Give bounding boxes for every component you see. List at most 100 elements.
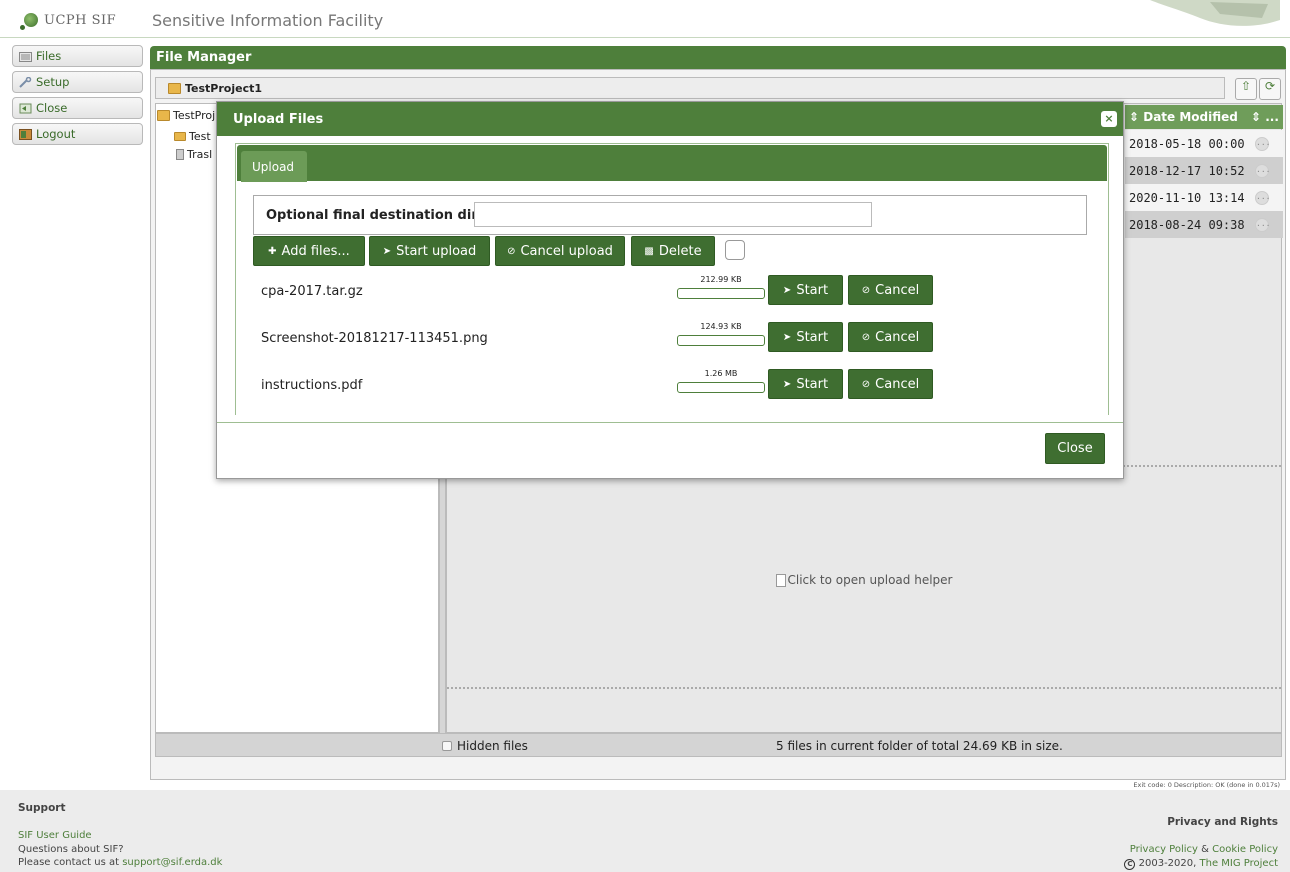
tree-item-test[interactable]: Test (174, 130, 211, 143)
logo-icon (20, 13, 38, 30)
dialog-title-bar[interactable]: Upload Files × (217, 102, 1123, 136)
ucph-logo[interactable]: UCPH SIF (20, 8, 117, 32)
path-label: TestProject1 (185, 81, 263, 95)
upload-document-icon (775, 574, 786, 587)
circle-arrow-icon: ➤ (782, 378, 792, 390)
close-button[interactable]: Close (1045, 433, 1105, 464)
cancel-file-button[interactable]: ⊘ Cancel (848, 275, 933, 305)
button-label: Cancel (875, 282, 920, 298)
upload-drop-zone[interactable]: Click to open upload helper (447, 465, 1281, 689)
header-decoration-icon (1150, 0, 1280, 26)
trash-icon (176, 149, 184, 160)
dialog-close-icon[interactable]: × (1101, 111, 1117, 127)
destination-dir-group: Optional final destination dir: (253, 195, 1087, 235)
menu-label: Setup (36, 75, 70, 89)
hidden-files-toggle[interactable]: Hidden files (442, 739, 528, 753)
tab-bar: Upload (237, 145, 1107, 182)
row-menu-button[interactable]: ... (1255, 217, 1270, 232)
start-file-button[interactable]: ➤ Start (768, 369, 843, 399)
circle-arrow-icon: ➤ (782, 284, 792, 296)
sort-icon: ⇕ (1129, 110, 1140, 124)
start-upload-button[interactable]: ➤ Start upload (369, 236, 490, 266)
start-file-button[interactable]: ➤ Start (768, 322, 843, 352)
folder-icon (174, 132, 186, 141)
table-row[interactable]: 2020-11-10 13:14... (1125, 184, 1283, 211)
parent-dir-button[interactable]: ⇧ (1235, 78, 1257, 100)
support-email-link[interactable]: support@sif.erda.dk (122, 857, 222, 868)
column-label: ... (1265, 110, 1279, 124)
support-heading: Support (18, 802, 66, 814)
button-label: Cancel (875, 329, 920, 345)
column-header-more[interactable]: ⇕ ... (1249, 105, 1283, 129)
delete-button[interactable]: ▩ Delete (631, 236, 715, 266)
left-menu: Files Setup Close Logout (12, 45, 143, 149)
row-menu-button[interactable]: ... (1255, 163, 1270, 178)
upload-progress-bar (677, 335, 765, 346)
ban-icon: ⊘ (861, 378, 871, 390)
file-name: cpa-2017.tar.gz (261, 284, 363, 299)
folder-icon (157, 110, 170, 121)
menu-label: Close (36, 101, 68, 115)
cancel-upload-button[interactable]: ⊘ Cancel upload (495, 236, 625, 266)
tree-item-root[interactable]: TestProj (157, 109, 215, 122)
dialog-divider (217, 422, 1123, 423)
contact-text: Please contact us at (18, 857, 123, 868)
refresh-button[interactable]: ⟳ (1259, 78, 1281, 100)
mig-project-link[interactable]: The MIG Project (1200, 858, 1279, 869)
upload-files-dialog: Upload Files × Upload Optional final des… (216, 101, 1124, 479)
wrench-icon (19, 76, 32, 88)
date-cell: 2018-05-18 00:00 (1129, 136, 1245, 151)
column-header-date-modified[interactable]: ⇕ Date Modified (1125, 105, 1249, 129)
menu-item-logout[interactable]: Logout (12, 123, 143, 145)
date-cell: 2020-11-10 13:14 (1129, 190, 1245, 205)
tree-item-trash[interactable]: Trasl (176, 148, 212, 161)
button-label: Delete (658, 243, 702, 259)
ban-icon: ⊘ (507, 245, 516, 257)
upload-progress-bar (677, 288, 765, 299)
hidden-files-checkbox[interactable] (442, 741, 452, 751)
path-breadcrumb[interactable]: TestProject1 (155, 77, 1225, 99)
hidden-files-label: Hidden files (457, 739, 528, 753)
row-menu-button[interactable]: ... (1255, 136, 1270, 151)
questions-text: Questions about SIF? (18, 843, 124, 855)
date-cell: 2018-08-24 09:38 (1129, 217, 1245, 232)
date-cell: 2018-12-17 10:52 (1129, 163, 1245, 178)
menu-item-files[interactable]: Files (12, 45, 143, 67)
menu-item-setup[interactable]: Setup (12, 71, 143, 93)
file-name: Screenshot-20181217-113451.png (261, 331, 488, 346)
table-row[interactable]: 2018-05-18 00:00... (1125, 130, 1283, 157)
button-label: Add files... (281, 243, 350, 259)
dialog-title: Upload Files (233, 112, 324, 127)
tree-label: TestProj (173, 109, 216, 122)
cookie-policy-link[interactable]: Cookie Policy (1212, 844, 1278, 855)
select-all-checkbox[interactable] (725, 240, 745, 260)
column-label: Date Modified (1143, 110, 1238, 124)
tree-label: Trasl (187, 148, 213, 161)
tab-upload[interactable]: Upload (241, 151, 307, 182)
destination-dir-input[interactable] (474, 202, 872, 227)
logo-text: UCPH SIF (44, 12, 117, 28)
site-title: Sensitive Information Facility (152, 11, 384, 30)
menu-label: Files (36, 49, 62, 63)
page-footer: Support SIF User Guide Questions about S… (0, 790, 1290, 872)
cancel-file-button[interactable]: ⊘ Cancel (848, 322, 933, 352)
tree-label: Test (189, 130, 211, 143)
file-size: 1.26 MB (704, 369, 738, 378)
button-label: Cancel upload (520, 243, 613, 259)
file-size: 124.93 KB (700, 322, 742, 331)
row-menu-button[interactable]: ... (1255, 190, 1270, 205)
menu-item-close[interactable]: Close (12, 97, 143, 119)
button-label: Start upload (396, 243, 477, 259)
sort-icon: ⇕ (1251, 110, 1262, 124)
start-file-button[interactable]: ➤ Start (768, 275, 843, 305)
circle-arrow-icon: ➤ (382, 245, 392, 257)
cancel-file-button[interactable]: ⊘ Cancel (848, 369, 933, 399)
privacy-policy-link[interactable]: Privacy Policy (1130, 844, 1198, 855)
table-row[interactable]: 2018-08-24 09:38... (1125, 211, 1283, 238)
trash-icon: ▩ (644, 245, 654, 257)
file-manager-title: File Manager (150, 46, 1286, 69)
add-files-button[interactable]: ✚ Add files... (253, 236, 365, 266)
table-row[interactable]: 2018-12-17 10:52... (1125, 157, 1283, 184)
user-guide-link[interactable]: SIF User Guide (18, 830, 92, 841)
upload-progress-bar (677, 382, 765, 393)
